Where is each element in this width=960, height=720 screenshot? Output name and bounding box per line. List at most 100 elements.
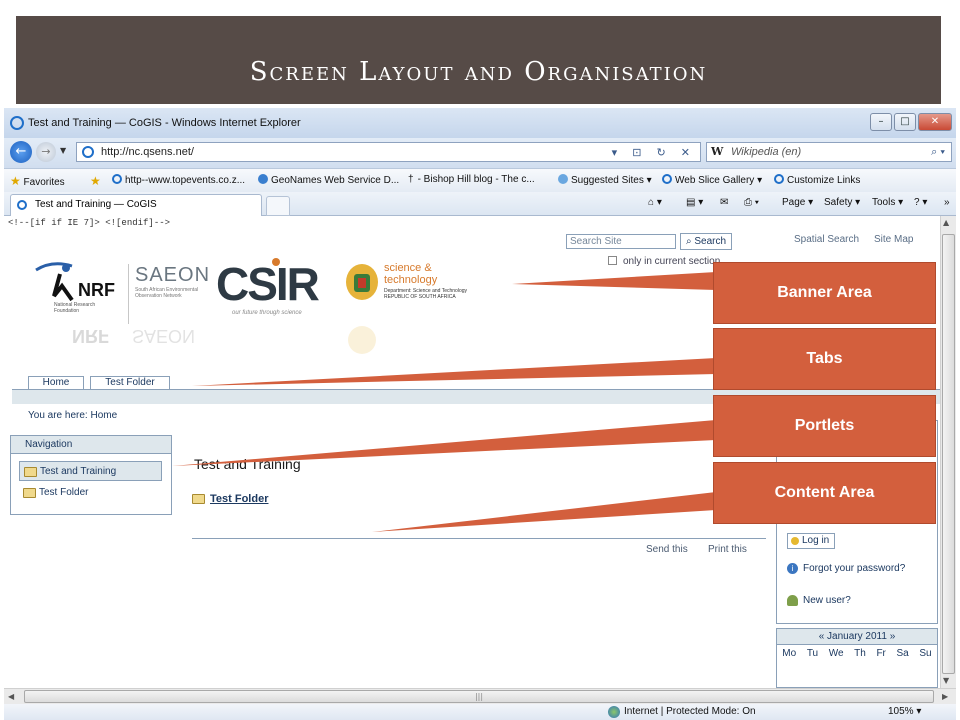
globe-icon [258, 174, 268, 184]
status-bar: Internet | Protected Mode: On 105% ▾ [4, 704, 956, 720]
breadcrumb: You are here: Home [28, 410, 118, 421]
test-folder-link[interactable]: Test Folder [192, 493, 268, 505]
user-icon [787, 595, 798, 606]
scroll-down-icon[interactable]: ▼ [943, 676, 949, 685]
portlets-callout: Portlets [713, 395, 936, 457]
safety-menu[interactable]: Safety ▾ [824, 197, 860, 208]
feeds-icon[interactable]: ▤ ▾ [686, 197, 703, 208]
spatial-search-link[interactable]: Spatial Search [794, 234, 859, 245]
browser-tab[interactable]: Test and Training — CoGIS [10, 194, 262, 216]
page-icon [774, 174, 784, 184]
navigation-portlet: Navigation Test and Training Test Folder [10, 435, 172, 515]
site-icon [17, 200, 27, 210]
site-search-button[interactable]: ⌕ Search [680, 233, 732, 250]
more-commands-icon[interactable]: » [944, 197, 950, 208]
nav-item-test-and-training[interactable]: Test and Training [19, 461, 162, 481]
banner-area-callout: Banner Area [713, 262, 936, 324]
nrf-subtitle: National Research Foundation [54, 302, 96, 314]
svg-text:NRF: NRF [78, 280, 115, 300]
minimize-button[interactable]: – [870, 113, 892, 131]
tab-home[interactable]: Home [28, 376, 84, 390]
horizontal-scrollbar[interactable]: ◀ ||| ▶ [4, 688, 956, 704]
customize-links-button[interactable]: Customize Links [774, 174, 860, 186]
print-this-link[interactable]: Print this [708, 544, 747, 555]
page-menu[interactable]: Page ▾ [782, 197, 813, 208]
suggested-icon [558, 174, 568, 184]
scroll-right-icon[interactable]: ▶ [942, 692, 948, 701]
home-icon[interactable]: ⌂ ▾ [648, 197, 662, 208]
page-icon [112, 174, 122, 184]
breadcrumb-home-link[interactable]: Home [90, 410, 117, 421]
navigation-bar: ← → ▼ http://nc.qsens.net/ ▾ ⊡ ↻ ✕ W Wik… [4, 138, 956, 168]
csir-tagline: our future through science [232, 310, 302, 316]
window-title-bar: Test and Training — CoGIS - Windows Inte… [4, 108, 956, 138]
zoom-level[interactable]: 105% ▾ [888, 706, 921, 717]
folder-icon [192, 494, 205, 504]
security-zone[interactable]: Internet | Protected Mode: On [608, 706, 756, 718]
nav-item-test-folder[interactable]: Test Folder [19, 483, 162, 503]
mail-icon[interactable]: ✉ [720, 197, 728, 208]
new-tab-button[interactable] [266, 196, 290, 216]
maximize-button[interactable]: □ [894, 113, 916, 131]
checkbox[interactable] [608, 256, 617, 265]
help-menu[interactable]: ? ▾ [914, 197, 927, 208]
fav-link-2[interactable]: GeoNames Web Service D... [258, 174, 399, 186]
forgot-password-link[interactable]: i Forgot your password? [787, 563, 905, 574]
ie-logo-icon [10, 116, 24, 130]
address-text: http://nc.qsens.net/ [101, 146, 194, 158]
nrf-logo: NRF National Research Foundation [32, 256, 122, 326]
search-input[interactable]: W Wikipedia (en) ⌕ ▾ [706, 142, 952, 162]
tools-menu[interactable]: Tools ▾ [872, 197, 903, 208]
dst-logo: science & technology Department: Science… [342, 260, 482, 320]
fav-link-1[interactable]: http--www.topevents.co.z... [112, 174, 245, 186]
horizontal-scroll-thumb[interactable]: ||| [24, 690, 934, 703]
favorites-bar: ★ Favorites ★ http--www.topevents.co.z..… [4, 168, 956, 192]
content-title: Test and Training [194, 456, 301, 472]
content-area-callout: Content Area [713, 462, 936, 524]
login-button[interactable]: Log in [787, 533, 835, 549]
site-map-link[interactable]: Site Map [874, 234, 913, 245]
conditional-comment: <!--[if if IE 7]> <![endif]--> [8, 218, 171, 228]
saeon-logo: SAEON South African Environmental Observ… [128, 264, 209, 324]
wikipedia-icon: W [711, 145, 724, 158]
content-divider [192, 538, 766, 539]
favorites-button[interactable]: ★ Favorites [10, 174, 65, 188]
print-icon[interactable]: ⎙ ▾ [744, 197, 759, 208]
cross-icon: † [408, 174, 414, 185]
svg-text:CSIR: CSIR [216, 258, 320, 310]
tabs-callout: Tabs [713, 328, 936, 390]
svg-text:SAEON: SAEON [132, 326, 195, 346]
tab-bar: Test and Training — CoGIS ⌂ ▾ ▤ ▾ ✉ ⎙ ▾ … [4, 192, 956, 216]
suggested-sites-button[interactable]: Suggested Sites ▾ [558, 174, 652, 186]
navigation-title: Navigation [11, 436, 171, 454]
back-button[interactable]: ← [10, 141, 32, 163]
site-search-input[interactable]: Search Site [566, 234, 676, 249]
calendar-month[interactable]: « January 2011 » [777, 629, 937, 645]
tab-test-folder[interactable]: Test Folder [90, 376, 170, 390]
history-dropdown-icon[interactable]: ▼ [60, 146, 66, 155]
address-buttons[interactable]: ▾ ⊡ ↻ ✕ [612, 144, 696, 162]
info-icon: i [787, 563, 798, 574]
web-slice-gallery-button[interactable]: Web Slice Gallery ▾ [662, 174, 762, 186]
close-button[interactable]: ✕ [918, 113, 952, 131]
slide-title: Screen Layout and Organisation [249, 57, 708, 87]
page-icon [662, 174, 672, 184]
forward-button[interactable]: → [36, 142, 56, 162]
scroll-left-icon[interactable]: ◀ [8, 692, 14, 701]
folder-icon [23, 488, 36, 498]
key-icon [791, 537, 799, 545]
only-current-section-option[interactable]: only in current section [608, 256, 720, 267]
scroll-thumb[interactable] [942, 234, 955, 674]
scroll-up-icon[interactable]: ▲ [943, 218, 949, 227]
logo-reflection: NRF SAEON [32, 326, 482, 356]
search-icon[interactable]: ⌕ ▾ [931, 143, 945, 161]
address-bar[interactable]: http://nc.qsens.net/ ▾ ⊡ ↻ ✕ [76, 142, 701, 162]
new-user-link[interactable]: New user? [787, 595, 851, 606]
add-favorite-icon[interactable]: ★ [90, 174, 101, 188]
send-this-link[interactable]: Send this [646, 544, 688, 555]
fav-link-3[interactable]: † - Bishop Hill blog - The c... [408, 174, 535, 185]
slide-title-bar: Screen Layout and Organisation [16, 16, 941, 104]
calendar-portlet: « January 2011 » Mo Tu We Th Fr Sa Su [776, 628, 938, 688]
vertical-scrollbar[interactable]: ▲ ▼ [940, 216, 956, 688]
calendar-weekdays: Mo Tu We Th Fr Sa Su [782, 648, 932, 659]
